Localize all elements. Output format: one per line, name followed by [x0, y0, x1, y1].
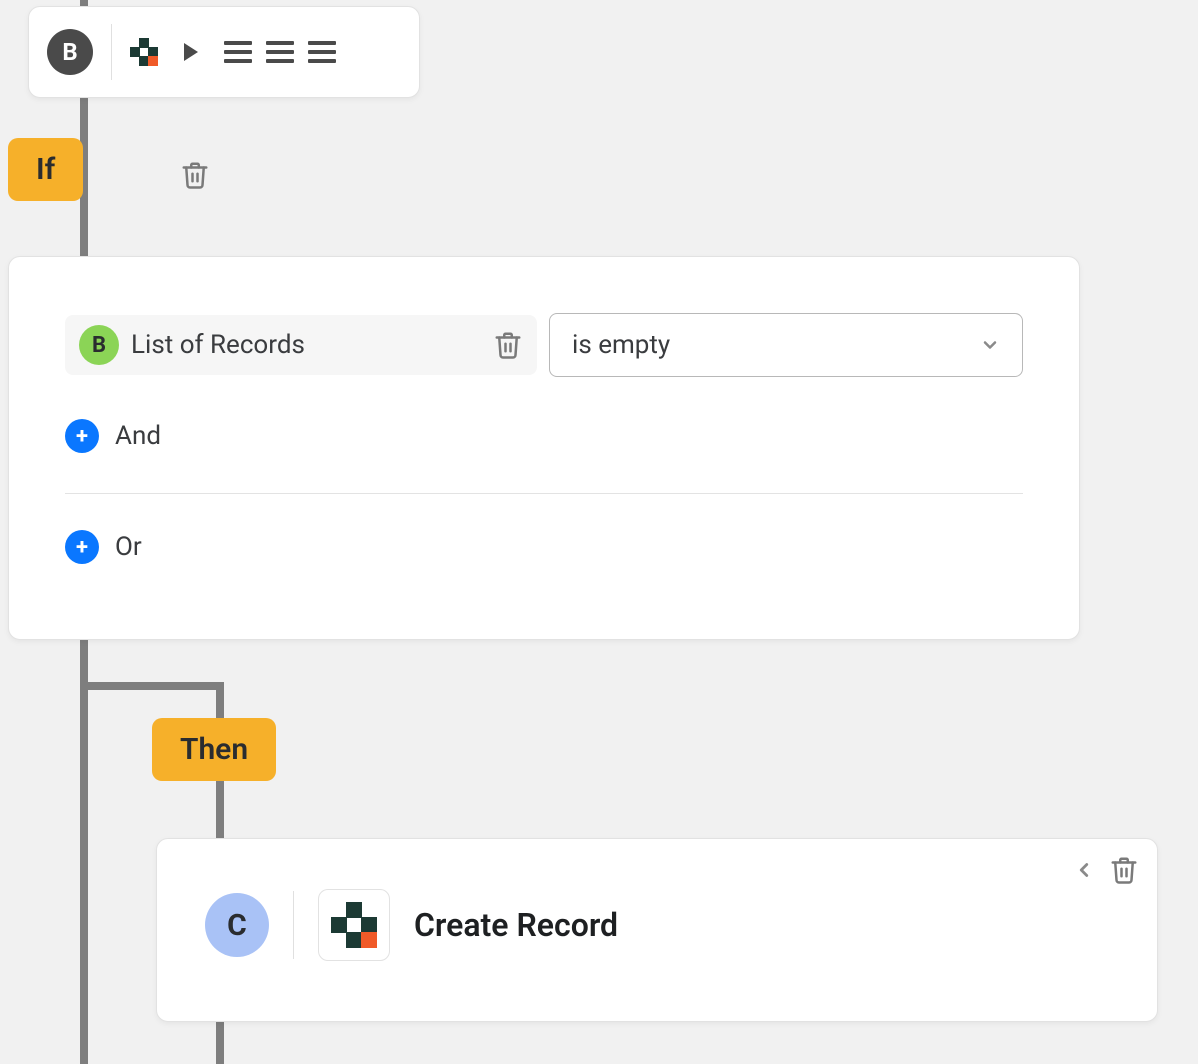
list-icon[interactable] — [308, 41, 336, 63]
variable-label: List of Records — [131, 330, 481, 360]
variable-badge: B — [79, 325, 119, 365]
divider — [65, 493, 1023, 494]
action-badge: C — [205, 893, 269, 957]
app-logo-icon — [331, 902, 377, 948]
trash-icon[interactable] — [1109, 853, 1139, 887]
plus-icon: + — [65, 419, 99, 453]
app-logo-box — [318, 889, 390, 961]
trash-icon[interactable] — [180, 158, 210, 192]
add-or-condition[interactable]: + Or — [65, 530, 1023, 564]
add-and-condition[interactable]: + And — [65, 419, 1023, 453]
then-block-label[interactable]: Then — [152, 718, 276, 781]
operator-value: is empty — [572, 330, 670, 360]
condition-operator-select[interactable]: is empty — [549, 313, 1023, 377]
action-title: Create Record — [414, 906, 618, 944]
chevron-down-icon — [980, 335, 1000, 355]
list-icon[interactable] — [266, 41, 294, 63]
plus-icon: + — [65, 530, 99, 564]
if-block-label[interactable]: If — [8, 138, 83, 201]
or-label: Or — [115, 532, 142, 562]
condition-variable-chip[interactable]: B List of Records — [65, 315, 537, 375]
flow-connector — [80, 682, 220, 690]
condition-panel: B List of Records is empty + And + Or — [8, 256, 1080, 640]
and-label: And — [115, 421, 161, 451]
node-toolbar: B — [28, 6, 420, 98]
action-card[interactable]: C Create Record — [156, 838, 1158, 1022]
app-logo-icon[interactable] — [130, 38, 158, 66]
chevron-left-icon[interactable] — [1073, 856, 1095, 884]
node-badge-b: B — [47, 29, 93, 75]
list-icon[interactable] — [224, 41, 252, 63]
divider — [111, 24, 112, 80]
divider — [293, 891, 294, 959]
trash-icon[interactable] — [493, 328, 523, 362]
play-icon[interactable] — [184, 43, 198, 61]
